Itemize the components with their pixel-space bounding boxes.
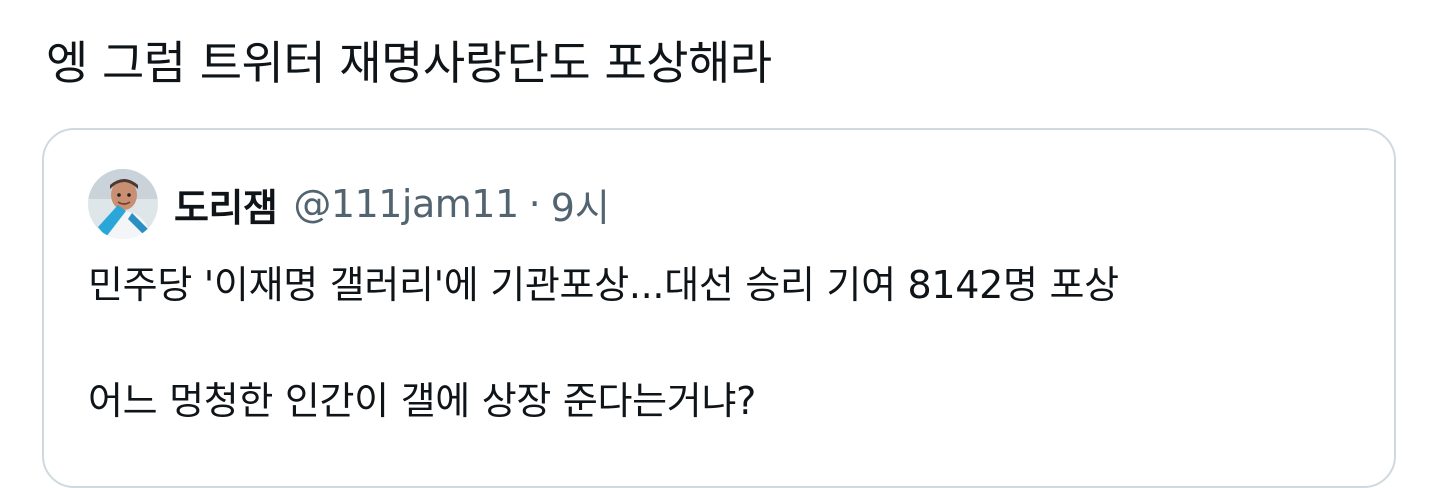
quoted-tweet-body: 민주당 '이재명 갤러리'에 기관포상...대선 승리 기여 8142명 포상 …	[88, 256, 1119, 430]
quoted-tweet-header: 도리잼 @111jam11 · 9시	[88, 168, 610, 240]
user-handle[interactable]: @111jam11	[293, 182, 519, 226]
separator-dot: ·	[528, 182, 541, 226]
timestamp[interactable]: 9시	[551, 177, 610, 232]
avatar-photo-icon	[88, 169, 158, 239]
quoted-tweet-card[interactable]: 도리잼 @111jam11 · 9시 민주당 '이재명 갤러리'에 기관포상..…	[42, 128, 1396, 488]
quoted-tweet-line: 민주당 '이재명 갤러리'에 기관포상...대선 승리 기여 8142명 포상	[88, 263, 1119, 307]
display-name[interactable]: 도리잼	[174, 177, 278, 232]
avatar[interactable]	[88, 169, 158, 239]
quoted-tweet-line: 어느 멍청한 인간이 갤에 상장 준다는거냐?	[88, 379, 756, 423]
tweet-text: 엥 그럼 트위터 재명사랑단도 포상해라	[46, 36, 772, 90]
